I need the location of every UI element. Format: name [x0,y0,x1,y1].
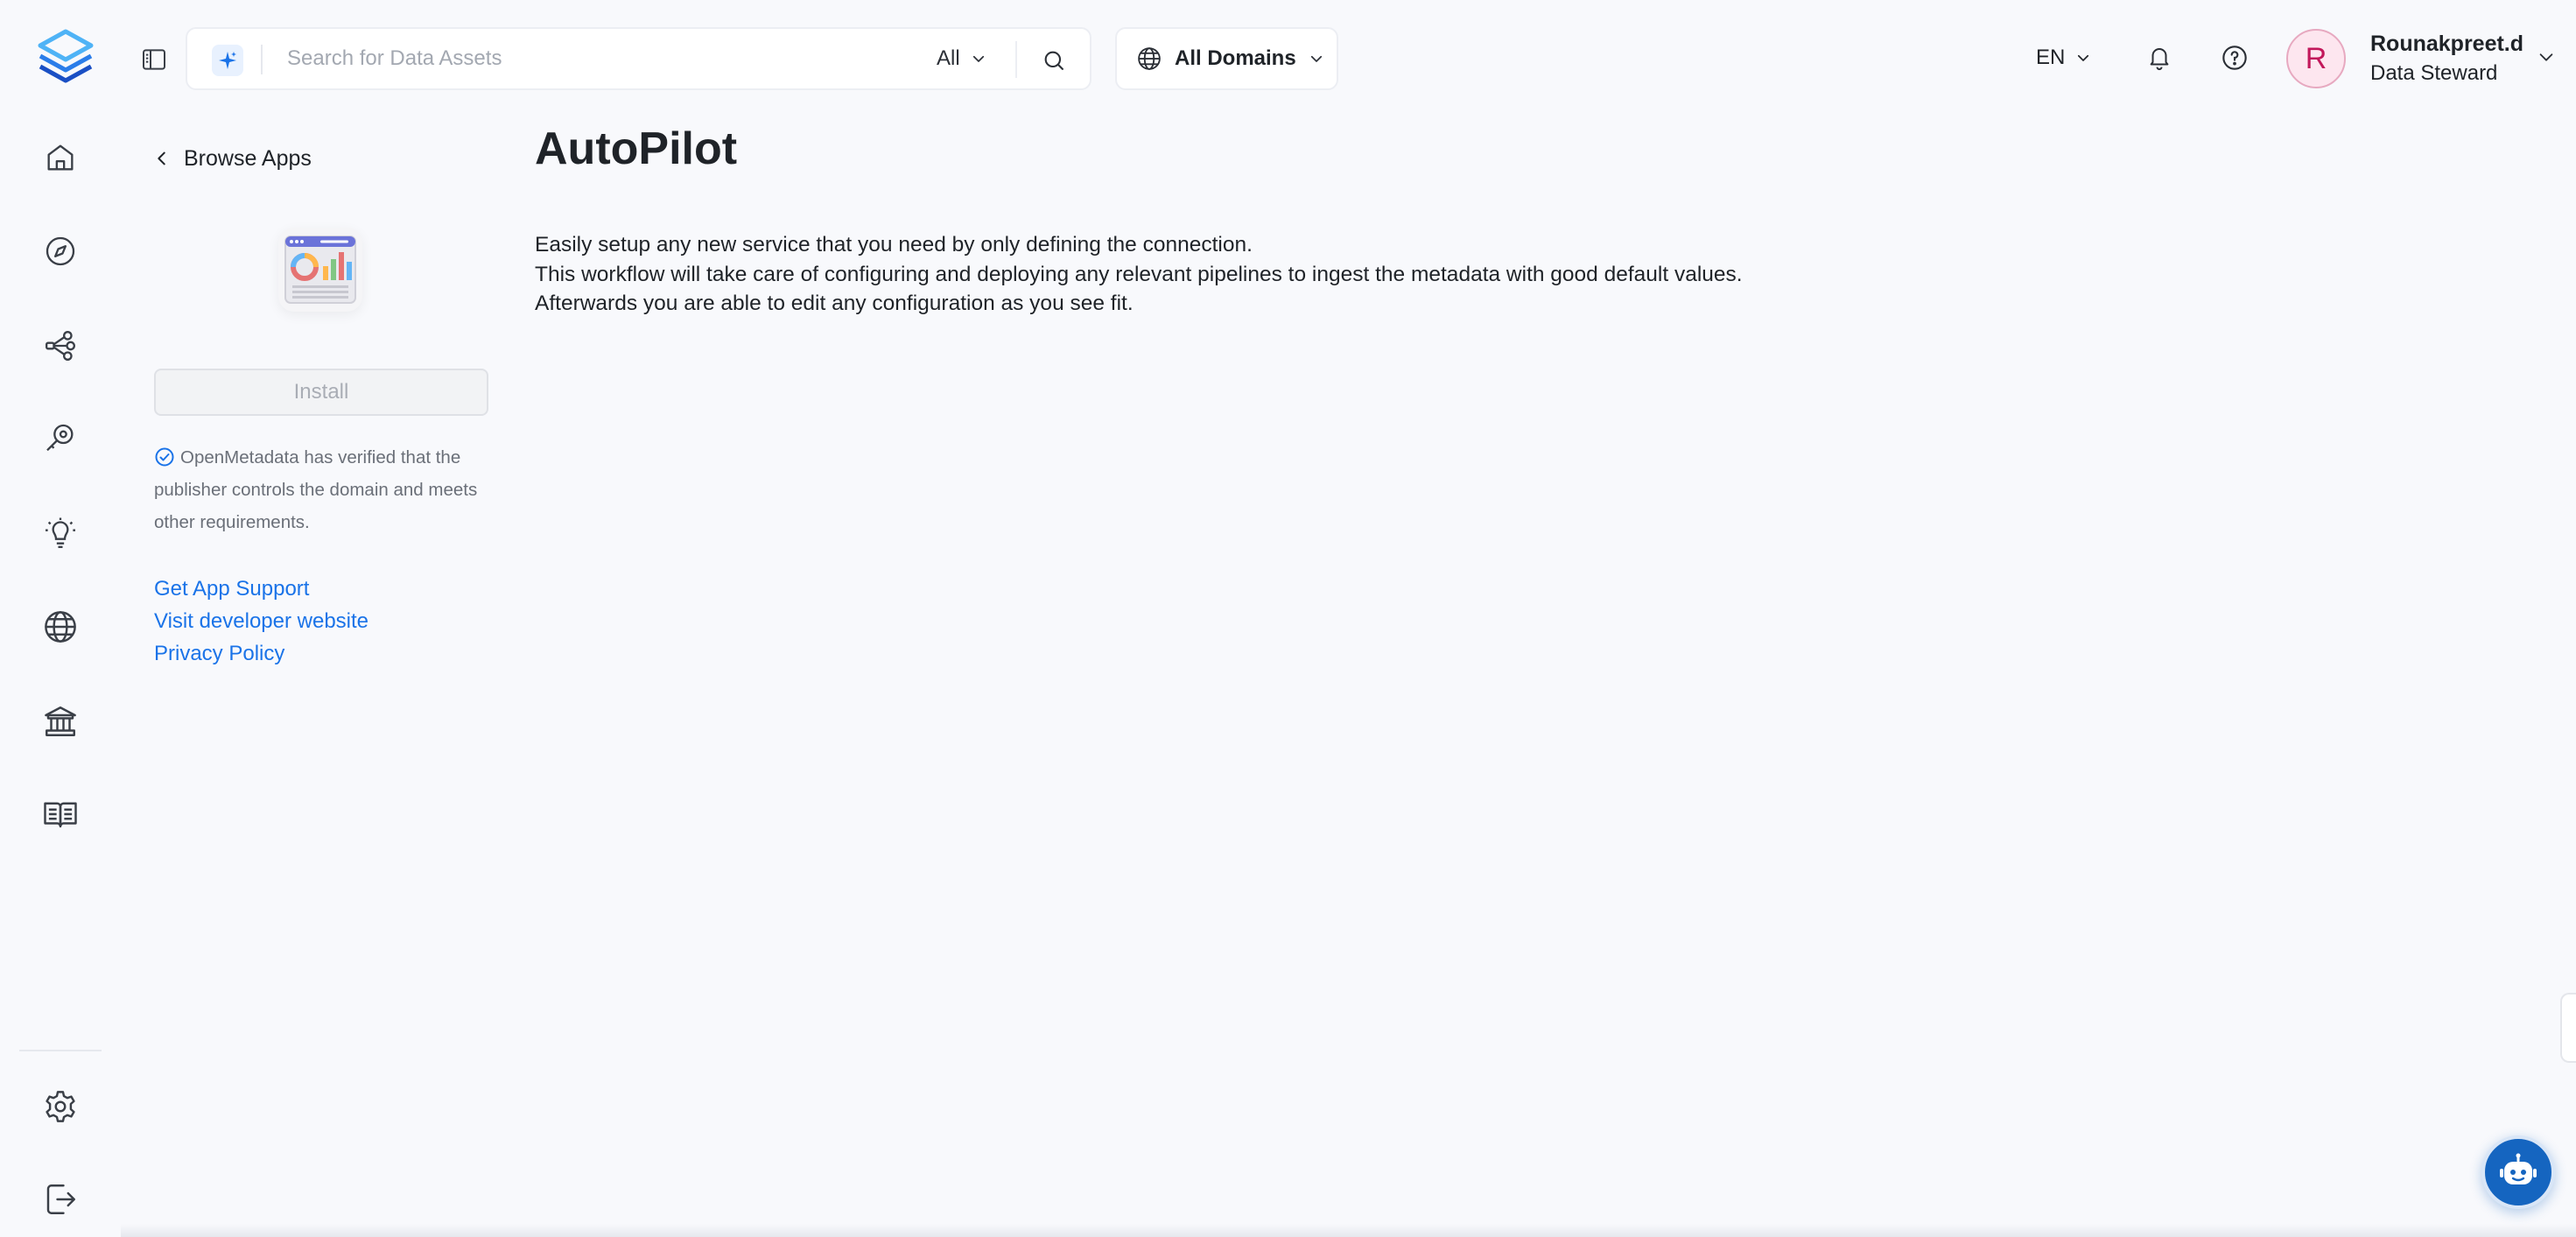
description-line: This workflow will take care of configur… [535,262,1743,286]
nav-logout[interactable] [37,1176,84,1223]
avatar-initial: R [2305,41,2327,75]
search-separator [1015,41,1017,78]
lineage-icon [43,328,78,363]
insights-icon [43,516,78,551]
verification-text: OpenMetadata has verified that the publi… [154,447,478,532]
domains-icon [42,608,79,645]
help-circle-icon [2221,44,2249,72]
language-selector[interactable]: EN [2036,40,2091,75]
avatar[interactable]: R [2286,29,2346,88]
nav-explore[interactable] [37,228,84,275]
sparkle-icon [217,50,238,71]
home-icon [43,140,78,175]
governance-icon [42,703,79,740]
search-input[interactable] [287,41,900,76]
side-panel-handle[interactable] [2560,993,2576,1063]
bottom-edge [121,1224,2576,1237]
search-divider [261,45,263,74]
app-icon [278,228,362,312]
nav-rail [0,0,121,1237]
logout-icon [42,1181,79,1218]
user-menu-button[interactable] [2537,47,2556,67]
ai-search-button[interactable] [212,45,243,76]
browse-apps-back-link[interactable]: Browse Apps [152,144,312,173]
language-label: EN [2036,46,2066,69]
settings-icon [42,1088,79,1125]
page-title: AutoPilot [535,123,738,174]
nav-domains[interactable] [37,603,84,650]
user-role: Data Steward [2370,61,2498,85]
chevron-down-icon [1309,51,1324,67]
app-description: Easily setup any new service that you ne… [535,230,1743,319]
description-line: Easily setup any new service that you ne… [535,233,1253,257]
chat-assistant-button[interactable] [2481,1135,2555,1209]
nav-settings[interactable] [37,1083,84,1130]
nav-glossary[interactable] [37,791,84,838]
glossary-icon [42,796,79,833]
nav-lineage[interactable] [37,322,84,369]
domain-selector-label: All Domains [1175,46,1296,70]
nav-observability[interactable] [37,415,84,462]
browse-apps-label: Browse Apps [184,145,312,171]
search-icon [1042,48,1066,73]
search-button[interactable] [1036,44,1071,77]
notifications-button[interactable] [2142,40,2177,75]
developer-website-link[interactable]: Visit developer website [154,605,369,637]
domain-selector[interactable]: All Domains [1115,27,1338,90]
nav-insights[interactable] [37,510,84,557]
chevron-down-icon [2075,50,2091,66]
search-filter-select[interactable]: All [937,41,986,76]
explore-icon [43,234,78,269]
app-logo[interactable] [35,28,96,88]
chevron-down-icon [2537,47,2556,67]
help-button[interactable] [2217,40,2252,75]
panel-left-icon [140,46,168,74]
bell-icon [2146,45,2172,71]
observability-icon [43,421,78,456]
get-app-support-link[interactable]: Get App Support [154,573,369,605]
description-line: Afterwards you are able to edit any conf… [535,292,1134,315]
search-bar: All [186,27,1091,90]
search-filter-label: All [937,46,960,70]
verification-notice: OpenMetadata has verified that the publi… [154,441,495,538]
nav-governance[interactable] [37,698,84,745]
nav-divider [19,1050,102,1051]
app-links: Get App Support Visit developer website … [154,573,369,670]
chevron-left-icon [152,149,172,168]
user-name: Rounakpreet.d [2370,32,2524,56]
globe-icon [1136,46,1162,72]
verified-check-icon [154,446,175,467]
chevron-down-icon [971,51,986,67]
robot-icon [2497,1153,2539,1191]
privacy-policy-link[interactable]: Privacy Policy [154,637,369,670]
install-button[interactable]: Install [154,369,488,416]
nav-home[interactable] [37,134,84,181]
sidebar-toggle-button[interactable] [137,43,171,76]
